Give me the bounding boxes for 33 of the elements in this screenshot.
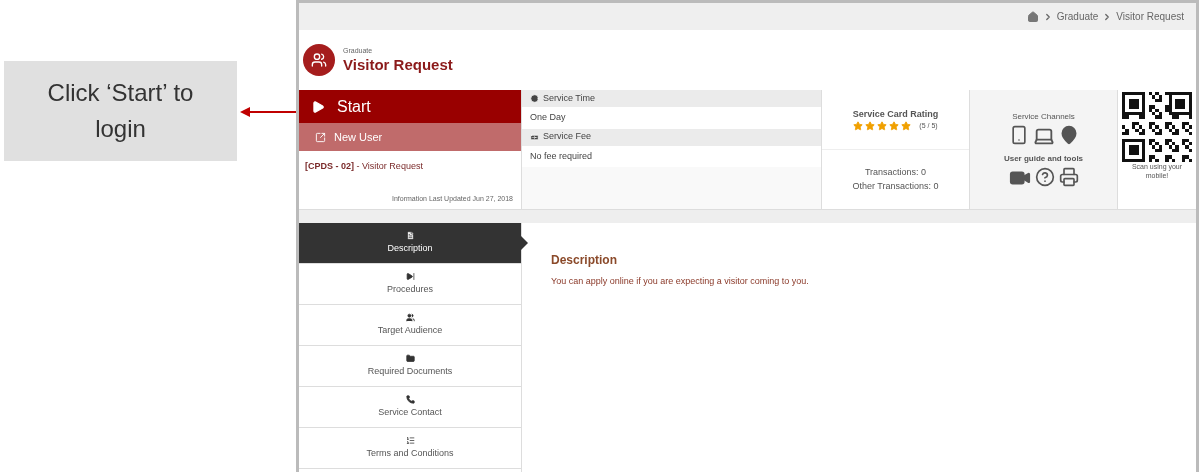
tools-title: User guide and tools [1003, 152, 1084, 165]
page-title: Visitor Request [343, 56, 453, 75]
other-transactions-count: Other Transactions: 0 [852, 179, 939, 193]
breadcrumb-link[interactable]: Graduate [1056, 9, 1099, 24]
play-icon [311, 99, 325, 114]
breadcrumb-link[interactable]: Visitor Request [1116, 9, 1184, 24]
list-icon [405, 435, 415, 445]
document-icon [405, 230, 415, 240]
new-user-button[interactable]: New User [299, 123, 521, 151]
arrow-icon [240, 106, 296, 118]
folder-icon [405, 353, 415, 363]
info-label: Service Fee [543, 130, 592, 144]
tab-pointer-icon [521, 236, 528, 250]
transactions-count: Transactions: 0 [864, 166, 927, 179]
edit-icon [315, 131, 326, 143]
users-icon [405, 312, 415, 322]
side-tab[interactable]: Description [299, 223, 521, 264]
start-button[interactable]: Start [299, 90, 521, 123]
callout-box: Click ‘Start’ to login [4, 61, 237, 161]
skip-forward-icon [405, 271, 415, 281]
info-value: No fee required [522, 145, 821, 167]
info-value: One Day [522, 107, 821, 129]
rating-title: Service Card Rating [852, 107, 939, 121]
channels-title: Service Channels [1012, 110, 1075, 123]
help-icon[interactable] [1034, 166, 1055, 187]
content-text: You can apply online if you are expecting a visitor coming to you. [551, 275, 810, 288]
printer-icon[interactable] [1058, 166, 1079, 187]
info-label: Service Time [543, 91, 595, 105]
content-title: Description [551, 252, 618, 269]
service-code: [CPDS - 02] - Visitor Request [304, 160, 424, 173]
service-logo-icon [303, 44, 335, 76]
phone-icon [405, 394, 415, 404]
home-icon[interactable] [1026, 10, 1039, 23]
